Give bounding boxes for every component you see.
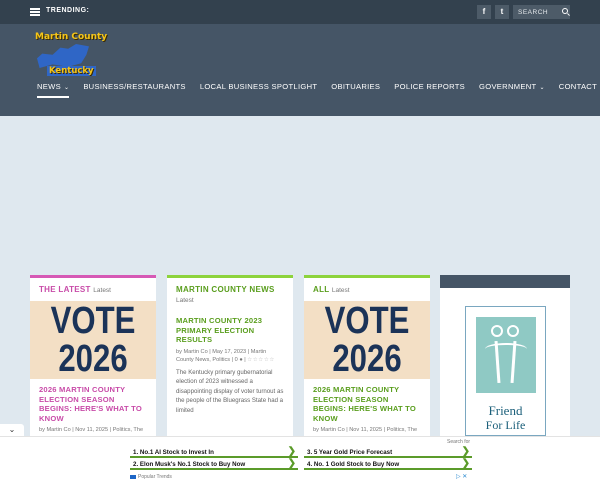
image-text-year: 2026 bbox=[332, 338, 402, 380]
nav-item-government[interactable]: GOVERNMENT ⌄ bbox=[479, 82, 545, 98]
article-meta: by Martin Co | Nov 11, 2025 | Politics, … bbox=[304, 423, 430, 436]
card-heading[interactable]: ALL Latest bbox=[304, 278, 430, 296]
nav-label: CONTACT bbox=[558, 82, 598, 91]
nav-item-local-business-spotlight[interactable]: LOCAL BUSINESS SPOTLIGHT bbox=[200, 82, 317, 98]
category-card-martin-county-news: MARTIN COUNTY NEWS Latest MARTIN COUNTY 2… bbox=[167, 275, 293, 436]
ad-link-text: 4. No. 1 Gold Stock to Buy Now bbox=[307, 461, 400, 468]
popular-trends-label: Popular Trends bbox=[130, 474, 172, 480]
ad-badge-icon bbox=[130, 474, 136, 479]
popular-trends-text: Popular Trends bbox=[138, 474, 172, 480]
chevron-right-icon: ❯ bbox=[461, 446, 470, 457]
article-meta: by Martin Co | Nov 11, 2025 | Politics, … bbox=[30, 423, 156, 436]
nav-label: OBITUARIES bbox=[331, 82, 381, 91]
chevron-right-icon: ❯ bbox=[287, 446, 296, 457]
nav-label: NEWS bbox=[37, 82, 61, 91]
nav-label: GOVERNMENT bbox=[479, 82, 537, 91]
nav-item-news[interactable]: NEWS ⌄ bbox=[37, 82, 70, 98]
nav-item-obituaries[interactable]: OBITUARIES bbox=[331, 82, 380, 98]
chevron-down-icon: ⌄ bbox=[8, 425, 16, 434]
card-heading-text: THE LATEST bbox=[39, 285, 91, 294]
chevron-right-icon: ❯ bbox=[287, 458, 296, 469]
image-text-vote: VOTE bbox=[324, 300, 410, 342]
chevron-down-icon: ⌄ bbox=[63, 85, 70, 91]
site-logo[interactable]: Martin County Kentucky bbox=[33, 30, 108, 78]
nav-item-police-reports[interactable]: POLICE REPORTS bbox=[394, 82, 465, 98]
article-title-link[interactable]: 2026 MARTIN COUNTY ELECTION SEASON BEGIN… bbox=[30, 379, 156, 423]
ad-search-for-label: Search for bbox=[447, 439, 471, 445]
ad-text-line2: For Life bbox=[485, 418, 526, 432]
search-input[interactable] bbox=[518, 7, 560, 17]
sidebar-widget: Friend For Life bbox=[440, 275, 570, 436]
kentucky-map-icon bbox=[37, 44, 89, 68]
ad-link-text: 3. 5 Year Gold Price Forecast bbox=[307, 449, 393, 456]
two-figures-logo-icon bbox=[476, 317, 536, 393]
trending-label: TRENDING: bbox=[46, 7, 90, 14]
article-meta: by Martin Co | May 17, 2023 | Martin Cou… bbox=[176, 348, 275, 364]
main-nav: NEWS ⌄ BUSINESS/RESTAURANTS LOCAL BUSINES… bbox=[37, 82, 600, 98]
search-box[interactable] bbox=[513, 5, 570, 19]
card-heading-text: ALL bbox=[313, 285, 330, 294]
ad-link-1[interactable]: 1. No.1 AI Stock to Invest In ❯ bbox=[130, 446, 298, 458]
logo-text-line2: Kentucky bbox=[47, 66, 96, 76]
logo-text-line1: Martin County bbox=[35, 32, 108, 42]
chevron-down-icon: ⌄ bbox=[539, 85, 545, 91]
card-heading[interactable]: THE LATEST Latest bbox=[30, 278, 156, 296]
facebook-icon[interactable]: f bbox=[477, 5, 491, 19]
bottom-ad-banner: Search for 1. No.1 AI Stock to Invest In… bbox=[0, 436, 600, 480]
article-excerpt: The Kentucky primary gubernatorial elect… bbox=[176, 368, 284, 414]
card-heading-sub: Latest bbox=[331, 287, 350, 294]
ad-text-line1: Friend bbox=[488, 403, 523, 418]
nav-label: BUSINESS/RESTAURANTS bbox=[83, 82, 186, 91]
nav-label: LOCAL BUSINESS SPOTLIGHT bbox=[199, 82, 318, 91]
rating-stars: ☆☆☆☆☆ bbox=[247, 357, 275, 363]
category-card-the-latest: THE LATEST Latest VOTE 2026 2026 MARTIN … bbox=[30, 275, 156, 436]
ad-link-text: 2. Elon Musk's No.1 Stock to Buy Now bbox=[133, 461, 246, 468]
ad-link-4[interactable]: 4. No. 1 Gold Stock to Buy Now ❯ bbox=[304, 458, 472, 470]
comment-icon: ● bbox=[239, 357, 243, 363]
vote-2026-image[interactable]: VOTE 2026 bbox=[304, 301, 430, 379]
twitter-icon[interactable]: t bbox=[495, 5, 509, 19]
card-heading[interactable]: MARTIN COUNTY NEWS Latest bbox=[167, 278, 293, 306]
card-heading-sub: Latest bbox=[176, 297, 194, 304]
image-text-vote: VOTE bbox=[50, 300, 136, 342]
vote-2026-image[interactable]: VOTE 2026 bbox=[30, 301, 156, 379]
ad-link-3[interactable]: 3. 5 Year Gold Price Forecast ❯ bbox=[304, 446, 472, 458]
nav-item-contact[interactable]: CONTACT⌄ bbox=[559, 82, 600, 98]
article-title-link[interactable]: 2026 MARTIN COUNTY ELECTION SEASON BEGIN… bbox=[304, 379, 430, 423]
chevron-right-icon: ❯ bbox=[461, 458, 470, 469]
collapse-ad-button[interactable]: ⌄ bbox=[0, 424, 24, 436]
article-title-link[interactable]: MARTIN COUNTY 2023 PRIMARY ELECTION RESU… bbox=[167, 306, 293, 345]
search-icon[interactable] bbox=[562, 8, 568, 14]
category-card-all: ALL Latest VOTE 2026 2026 MARTIN COUNTY … bbox=[304, 275, 430, 436]
card-heading-text: MARTIN COUNTY NEWS bbox=[176, 285, 275, 294]
card-heading-sub: Latest bbox=[93, 287, 111, 294]
sidebar-header-bar bbox=[440, 275, 570, 288]
friend-for-life-ad[interactable]: Friend For Life bbox=[465, 306, 546, 436]
ad-link-2[interactable]: 2. Elon Musk's No.1 Stock to Buy Now ❯ bbox=[130, 458, 298, 470]
site-header: Martin County Kentucky NEWS ⌄ BUSINESS/RE… bbox=[0, 24, 600, 116]
hamburger-menu-icon[interactable] bbox=[30, 8, 40, 16]
ad-choices-icon[interactable]: ▷ ✕ bbox=[456, 473, 467, 480]
nav-item-business-restaurants[interactable]: BUSINESS/RESTAURANTS bbox=[83, 82, 186, 98]
top-bar: TRENDING: f t bbox=[0, 0, 600, 24]
nav-label: POLICE REPORTS bbox=[394, 82, 466, 91]
ad-link-text: 1. No.1 AI Stock to Invest In bbox=[133, 449, 214, 456]
image-text-year: 2026 bbox=[58, 338, 128, 380]
